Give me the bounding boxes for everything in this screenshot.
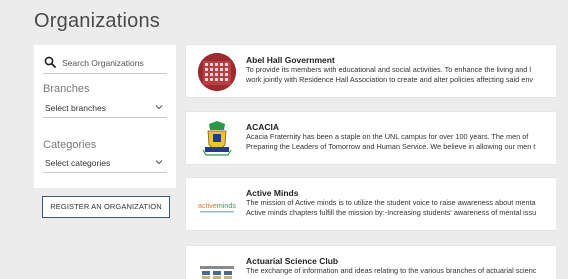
- organization-description: The mission of Active minds is to utiliz…: [246, 198, 556, 218]
- page-title: Organizations: [34, 10, 160, 32]
- search-input[interactable]: [62, 55, 166, 71]
- organization-card[interactable]: Abel Hall Government To provide its memb…: [186, 45, 556, 97]
- branches-select[interactable]: Select branches: [43, 101, 167, 118]
- categories-select[interactable]: Select categories: [43, 156, 167, 173]
- acacia-crest-logo: [198, 120, 236, 158]
- description-line: Preparing the Leaders of Tomorrow and Hu…: [246, 142, 536, 151]
- chevron-down-icon: [155, 160, 163, 165]
- search-icon: [44, 56, 56, 68]
- description-line: To provide its members with educational …: [246, 65, 532, 74]
- organization-description: Acacia Fraternity has been a staple on t…: [246, 132, 556, 152]
- organization-description: The exchange of information and ideas re…: [246, 266, 556, 276]
- organization-name[interactable]: Abel Hall Government: [246, 55, 335, 65]
- register-organization-button[interactable]: REGISTER AN ORGANIZATION: [42, 196, 170, 218]
- organization-description: To provide its members with educational …: [246, 65, 556, 85]
- organization-card[interactable]: activeminds Active Minds The mission of …: [186, 178, 556, 230]
- organization-name[interactable]: Active Minds: [246, 188, 298, 198]
- active-minds-wordmark: activeminds: [198, 201, 236, 213]
- logo-wordmark: activeminds: [198, 201, 236, 210]
- description-line: The mission of Active minds is to utiliz…: [246, 198, 536, 207]
- columns-icon: [200, 266, 234, 279]
- actuarial-club-logo: [198, 254, 236, 279]
- active-minds-logo: activeminds: [198, 186, 236, 224]
- categories-select-value: Select categories: [45, 158, 111, 168]
- description-line: The exchange of information and ideas re…: [246, 266, 537, 275]
- viewport-edge: [556, 0, 568, 279]
- description-line: Acacia Fraternity has been a staple on t…: [246, 132, 529, 141]
- crest-icon: [202, 121, 232, 156]
- branches-select-value: Select branches: [45, 103, 106, 113]
- categories-label: Categories: [43, 139, 97, 151]
- filter-sidebar: Branches Select branches Categories Sele…: [34, 45, 176, 188]
- organization-name[interactable]: ACACIA: [246, 122, 279, 132]
- chevron-down-icon: [155, 105, 163, 110]
- abel-hall-logo: [198, 53, 236, 91]
- branches-label: Branches: [43, 83, 90, 95]
- organization-card[interactable]: Actuarial Science Club The exchange of i…: [186, 246, 556, 279]
- search-box[interactable]: [43, 53, 167, 74]
- building-icon: [198, 53, 236, 91]
- organization-name[interactable]: Actuarial Science Club: [246, 256, 338, 266]
- organization-card[interactable]: ACACIA Acacia Fraternity has been a stap…: [186, 112, 556, 164]
- description-line: work jointly with Residence Hall Associa…: [246, 75, 534, 84]
- description-line: Active minds chapters fulfill the missio…: [246, 208, 537, 217]
